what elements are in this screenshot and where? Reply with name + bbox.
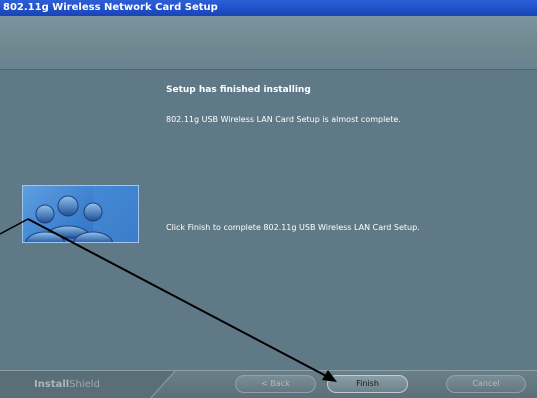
back-button[interactable]: < Back (235, 375, 316, 393)
almost-complete-message: 802.11g USB Wireless LAN Card Setup is a… (166, 115, 401, 124)
title-bar: 802.11g Wireless Network Card Setup (0, 0, 537, 16)
button-bar: InstallShield < Back Finish Cancel (0, 370, 537, 398)
users-icon (25, 186, 138, 242)
setup-window: 802.11g Wireless Network Card Setup Setu… (0, 0, 537, 398)
click-finish-message: Click Finish to complete 802.11g USB Wir… (166, 223, 420, 232)
window-title: 802.11g Wireless Network Card Setup (3, 2, 218, 13)
header-banner (0, 16, 537, 69)
users-tile (22, 185, 139, 243)
setup-finished-heading: Setup has finished installing (166, 85, 311, 95)
installshield-logo-install: Install (34, 379, 70, 390)
finish-button[interactable]: Finish (327, 375, 408, 393)
installshield-logo-shield: Shield (69, 379, 100, 390)
cancel-button-label: Cancel (472, 379, 500, 388)
cancel-button[interactable]: Cancel (446, 375, 526, 393)
back-button-label: < Back (261, 379, 290, 388)
finish-button-label: Finish (356, 379, 379, 388)
installshield-logo: InstallShield (34, 379, 100, 390)
